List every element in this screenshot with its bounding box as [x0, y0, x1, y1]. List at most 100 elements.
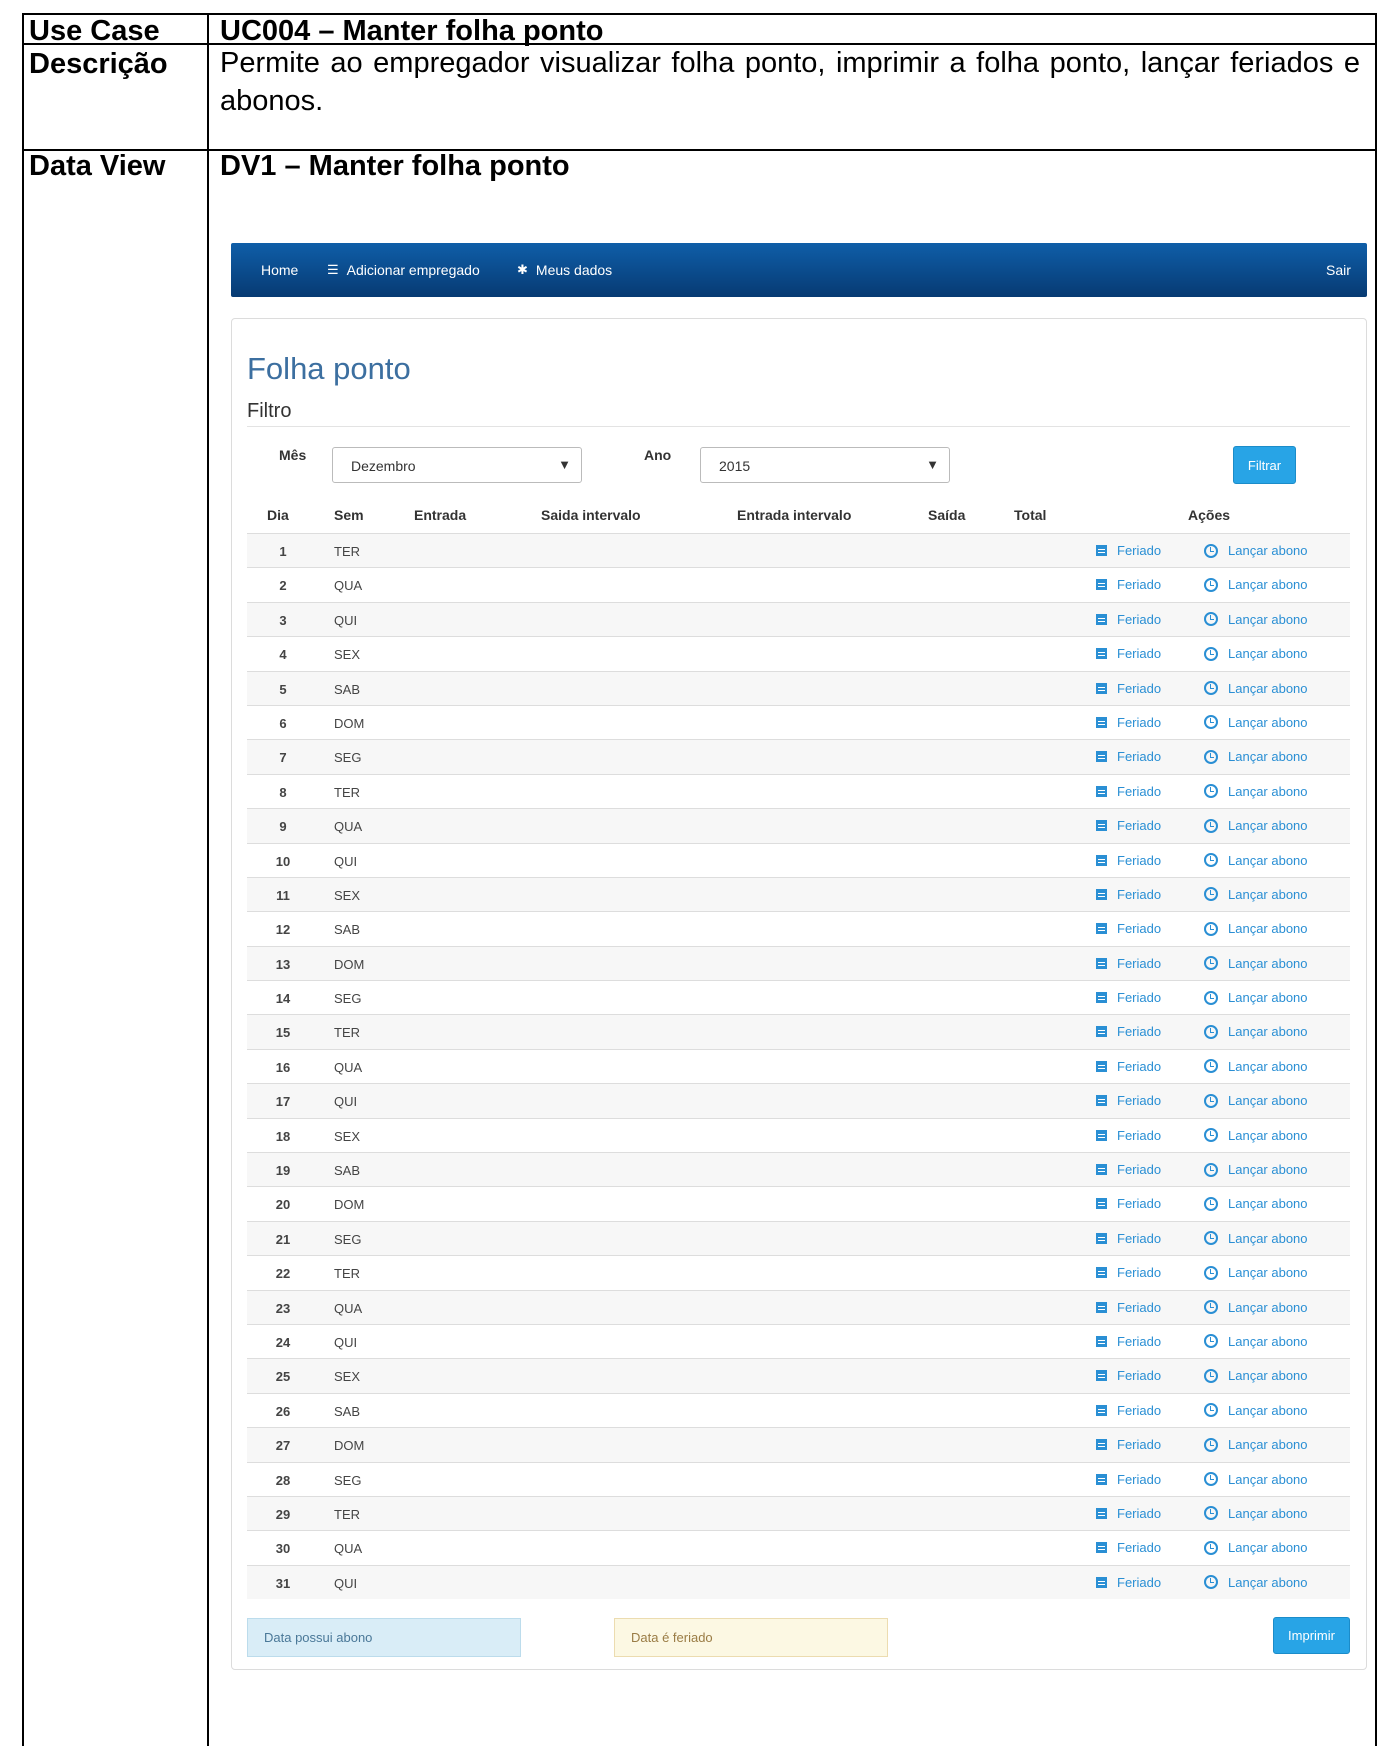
feriado-action[interactable]: Feriado: [1096, 1128, 1161, 1143]
feriado-action[interactable]: Feriado: [1096, 1575, 1161, 1590]
nav-add-employee[interactable]: ☰ Adicionar empregado: [327, 262, 480, 278]
nav-logout-label: Sair: [1326, 262, 1351, 278]
calendar-icon: [1096, 1473, 1107, 1485]
nav-logout[interactable]: Sair: [1326, 262, 1351, 278]
year-select[interactable]: 2015 ▼: [700, 447, 950, 483]
cell-dia: 21: [275, 1231, 291, 1247]
feriado-action[interactable]: Feriado: [1096, 681, 1161, 696]
cell-dia: 17: [275, 1094, 291, 1110]
lancar-abono-action[interactable]: Lançar abono: [1204, 1540, 1308, 1555]
table-row: 14 SEG Feriado Lançar abono: [247, 980, 1350, 1014]
table-row: 29 TER Feriado Lançar abono: [247, 1495, 1350, 1531]
cell-sem: QUI: [334, 1575, 358, 1591]
feriado-action[interactable]: Feriado: [1096, 1265, 1161, 1280]
feriado-label: Feriado: [1117, 1058, 1162, 1074]
feriado-action[interactable]: Feriado: [1096, 956, 1161, 971]
lancar-abono-action[interactable]: Lançar abono: [1204, 543, 1308, 558]
lancar-abono-label: Lançar abono: [1228, 990, 1308, 1006]
lancar-abono-action[interactable]: Lançar abono: [1204, 887, 1308, 902]
table-row: 10 QUI Feriado Lançar abono: [247, 842, 1350, 877]
print-button[interactable]: Imprimir: [1273, 1617, 1350, 1654]
lancar-abono-label: Lançar abono: [1228, 1265, 1308, 1281]
lancar-abono-action[interactable]: Lançar abono: [1204, 1300, 1308, 1315]
lancar-abono-action[interactable]: Lançar abono: [1204, 1265, 1308, 1280]
feriado-action[interactable]: Feriado: [1096, 1368, 1161, 1383]
clock-icon: [1204, 543, 1218, 558]
feriado-action[interactable]: Feriado: [1096, 1059, 1161, 1074]
lancar-abono-action[interactable]: Lançar abono: [1204, 1059, 1308, 1074]
feriado-action[interactable]: Feriado: [1096, 887, 1161, 902]
clock-icon: [1204, 1437, 1218, 1452]
feriado-action[interactable]: Feriado: [1096, 715, 1161, 730]
lancar-abono-action[interactable]: Lançar abono: [1204, 1437, 1308, 1452]
cell-sem: SEG: [334, 750, 362, 766]
calendar-icon: [1096, 545, 1107, 556]
lancar-abono-action[interactable]: Lançar abono: [1204, 990, 1308, 1005]
feriado-action[interactable]: Feriado: [1096, 1024, 1161, 1039]
lancar-abono-action[interactable]: Lançar abono: [1204, 853, 1308, 868]
feriado-action[interactable]: Feriado: [1096, 1093, 1161, 1108]
feriado-action[interactable]: Feriado: [1096, 1231, 1161, 1246]
feriado-action[interactable]: Feriado: [1096, 749, 1161, 764]
feriado-action[interactable]: Feriado: [1096, 577, 1161, 592]
lancar-abono-action[interactable]: Lançar abono: [1204, 612, 1308, 627]
filter-button[interactable]: Filtrar: [1233, 446, 1296, 484]
feriado-action[interactable]: Feriado: [1096, 818, 1161, 833]
calendar-icon: [1096, 579, 1107, 591]
clock-icon: [1204, 681, 1218, 696]
cell-sem: SAB: [334, 922, 361, 938]
lancar-abono-action[interactable]: Lançar abono: [1204, 1472, 1308, 1487]
feriado-action[interactable]: Feriado: [1096, 784, 1161, 799]
clock-icon: [1204, 1196, 1218, 1211]
lancar-abono-action[interactable]: Lançar abono: [1204, 784, 1308, 799]
feriado-action[interactable]: Feriado: [1096, 1472, 1161, 1487]
feriado-action[interactable]: Feriado: [1096, 853, 1161, 868]
lancar-abono-action[interactable]: Lançar abono: [1204, 1196, 1308, 1211]
feriado-action[interactable]: Feriado: [1096, 1196, 1161, 1211]
lancar-abono-label: Lançar abono: [1228, 1471, 1308, 1487]
calendar-icon: [1096, 682, 1107, 694]
feriado-action[interactable]: Feriado: [1096, 1334, 1161, 1349]
month-select[interactable]: Dezembro ▼: [332, 447, 582, 483]
cell-dia: 11: [276, 887, 290, 903]
lancar-abono-action[interactable]: Lançar abono: [1204, 749, 1308, 764]
feriado-action[interactable]: Feriado: [1096, 543, 1161, 558]
filter-title: Filtro: [247, 400, 292, 422]
lancar-abono-action[interactable]: Lançar abono: [1204, 1506, 1308, 1521]
feriado-action[interactable]: Feriado: [1096, 646, 1161, 661]
lancar-abono-action[interactable]: Lançar abono: [1204, 1128, 1308, 1143]
feriado-action[interactable]: Feriado: [1096, 1300, 1161, 1315]
lancar-abono-action[interactable]: Lançar abono: [1204, 1024, 1308, 1039]
nav-my-data[interactable]: ✱ Meus dados: [517, 262, 612, 278]
lancar-abono-action[interactable]: Lançar abono: [1204, 1334, 1308, 1349]
feriado-action[interactable]: Feriado: [1096, 1506, 1161, 1521]
feriado-action[interactable]: Feriado: [1096, 612, 1161, 627]
nav-home[interactable]: Home: [261, 262, 298, 278]
lancar-abono-action[interactable]: Lançar abono: [1204, 818, 1308, 833]
lancar-abono-action[interactable]: Lançar abono: [1204, 1162, 1308, 1177]
lancar-abono-action[interactable]: Lançar abono: [1204, 681, 1308, 696]
lancar-abono-action[interactable]: Lançar abono: [1204, 646, 1308, 661]
lancar-abono-action[interactable]: Lançar abono: [1204, 1368, 1308, 1383]
cell-sem: SAB: [334, 1403, 361, 1419]
lancar-abono-action[interactable]: Lançar abono: [1204, 1403, 1308, 1418]
table-row: 26 SAB Feriado Lançar abono: [247, 1392, 1350, 1427]
month-label: Mês: [279, 447, 307, 463]
calendar-icon: [1096, 820, 1107, 832]
nav-add-employee-label: Adicionar empregado: [346, 262, 480, 278]
feriado-action[interactable]: Feriado: [1096, 1162, 1161, 1177]
lancar-abono-action[interactable]: Lançar abono: [1204, 1575, 1308, 1590]
lancar-abono-action[interactable]: Lançar abono: [1204, 1093, 1308, 1108]
lancar-abono-action[interactable]: Lançar abono: [1204, 956, 1308, 971]
feriado-action[interactable]: Feriado: [1096, 1437, 1161, 1452]
lancar-abono-action[interactable]: Lançar abono: [1204, 715, 1308, 730]
lancar-abono-action[interactable]: Lançar abono: [1204, 1231, 1308, 1246]
feriado-action[interactable]: Feriado: [1096, 1403, 1161, 1418]
table-row: 24 QUI Feriado Lançar abono: [247, 1323, 1350, 1358]
feriado-action[interactable]: Feriado: [1096, 921, 1161, 936]
feriado-action[interactable]: Feriado: [1096, 1540, 1161, 1555]
lancar-abono-action[interactable]: Lançar abono: [1204, 921, 1308, 936]
feriado-action[interactable]: Feriado: [1096, 990, 1161, 1005]
calendar-icon: [1096, 1404, 1107, 1416]
lancar-abono-action[interactable]: Lançar abono: [1204, 577, 1308, 592]
